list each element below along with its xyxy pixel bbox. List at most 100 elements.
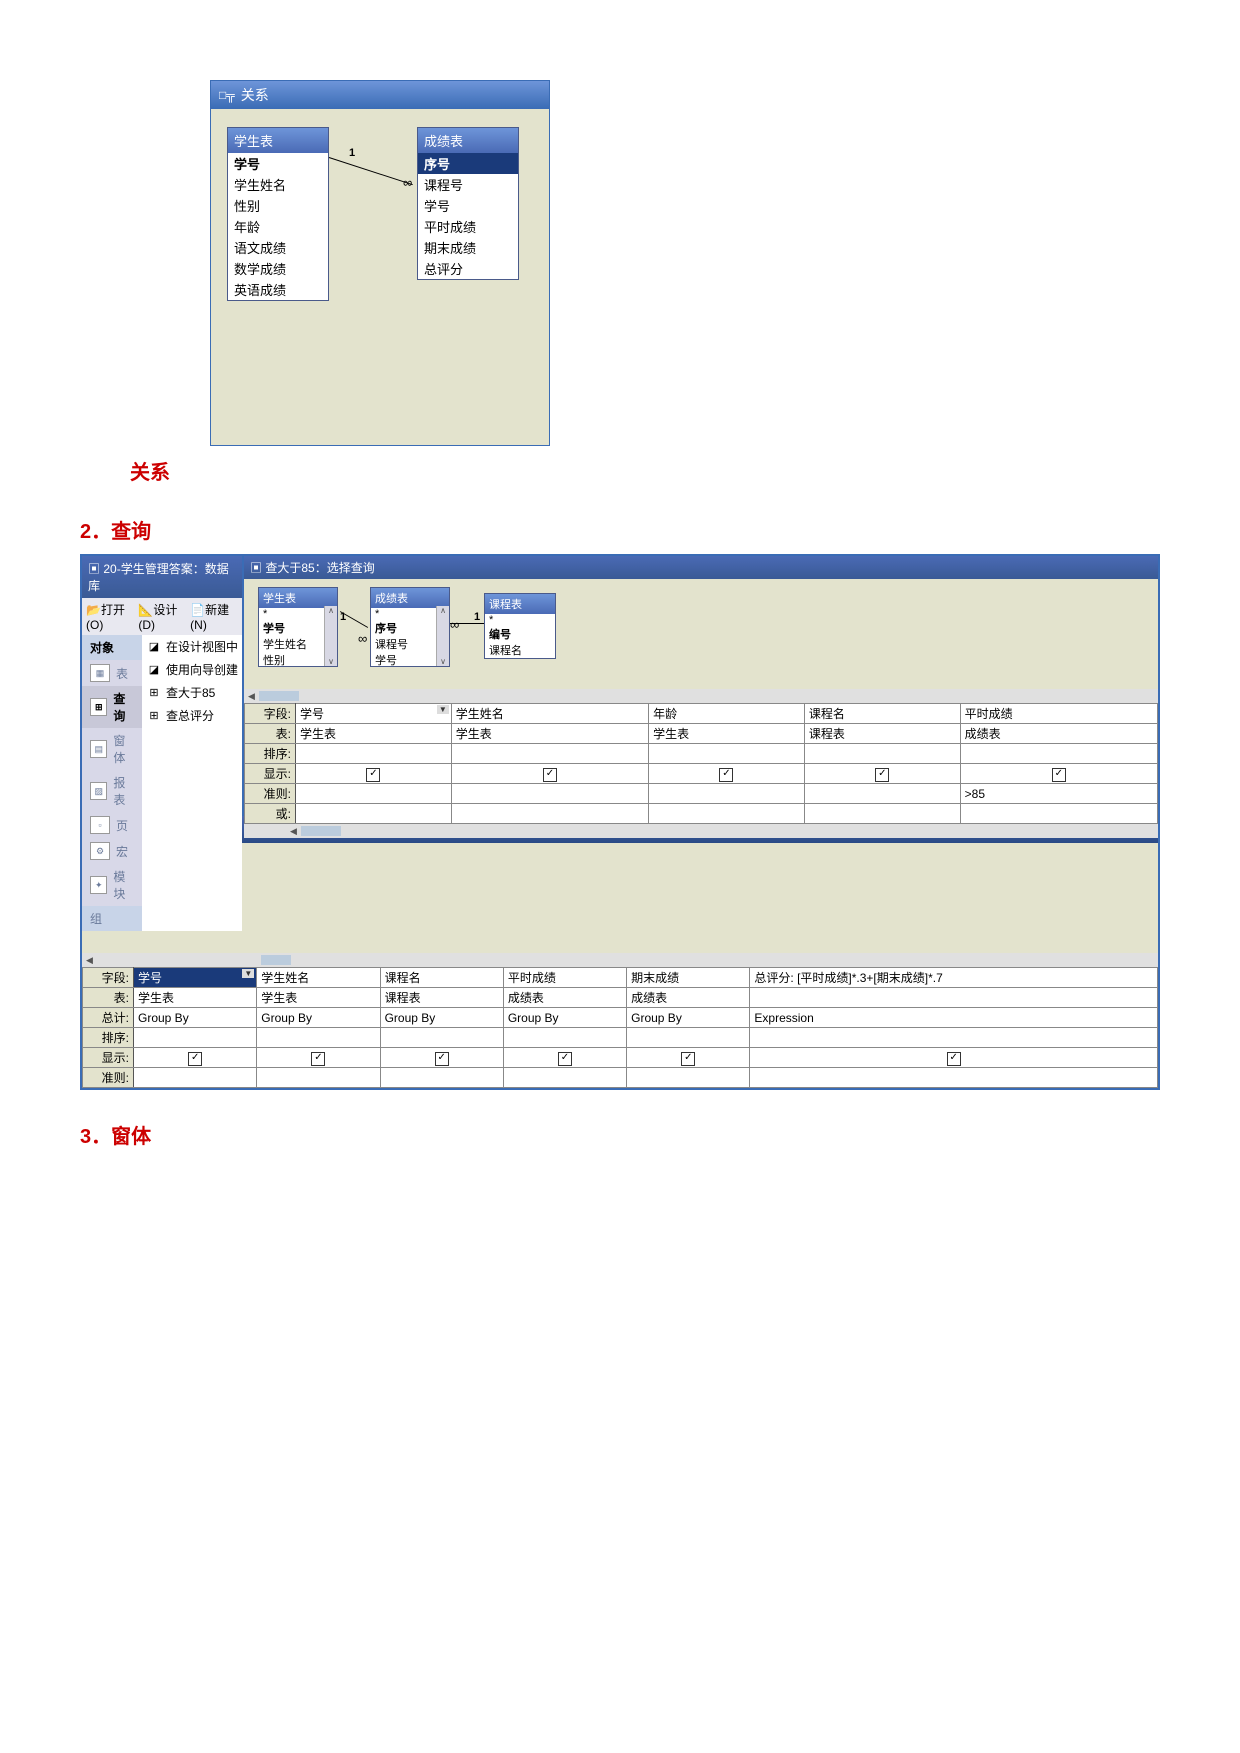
query-icon: ▣ [250, 561, 262, 575]
row-show: 显示: ✓ ✓ ✓ ✓ ✓ ✓ [83, 1048, 1158, 1068]
row-or: 或: [245, 804, 1158, 824]
mini-table-course[interactable]: 课程表 * 编号 课程名 [484, 593, 556, 659]
h-scrollbar[interactable]: ◀ [244, 824, 1158, 838]
nav-macros[interactable]: ⚙宏 [82, 838, 142, 864]
relationship-line[interactable] [450, 623, 484, 624]
relationships-title: 关系 [241, 85, 269, 105]
h-scrollbar[interactable]: ◀ [82, 953, 1158, 967]
list-item[interactable]: ◪使用向导创建 [142, 658, 242, 681]
field-item[interactable]: 数学成绩 [228, 258, 328, 279]
row-sort: 排序: [245, 744, 1158, 764]
row-field: 字段: 学号 学生姓名 年龄 课程名 平时成绩 [245, 704, 1158, 724]
page-icon: ▫ [90, 816, 110, 834]
list-item[interactable]: ⊞查大于85 [142, 681, 242, 704]
field-item[interactable]: 期末成绩 [418, 237, 518, 258]
show-checkbox[interactable]: ✓ [558, 1052, 572, 1066]
show-checkbox[interactable]: ✓ [1052, 768, 1066, 782]
show-checkbox[interactable]: ✓ [875, 768, 889, 782]
field-item[interactable]: 序号 [418, 153, 518, 174]
design-button[interactable]: 📐设计 (D) [138, 601, 186, 632]
row-sort: 排序: [83, 1028, 1158, 1048]
nav-reports[interactable]: ▨报表 [82, 770, 142, 812]
relationships-caption: 关系 [130, 456, 1160, 485]
module-icon: ✦ [90, 876, 107, 894]
relationship-icon: □╦ [219, 88, 235, 102]
field-item[interactable]: 性别 [228, 195, 328, 216]
field-item[interactable]: 学生姓名 [228, 174, 328, 195]
query1-titlebar: ▣ 查大于85：选择查询 [244, 556, 1158, 579]
field-item[interactable]: 年龄 [228, 216, 328, 237]
cardinality-many: ∞ [358, 631, 367, 646]
table-fields: 序号 课程号 学号 平时成绩 期末成绩 总评分 [418, 153, 518, 279]
qbe-grid-1[interactable]: 字段: 学号 学生姓名 年龄 课程名 平时成绩 表: 学生表 学生表 学生表 课… [244, 703, 1158, 824]
table-icon: ▦ [90, 664, 110, 682]
db-title: ▣ 20-学生管理答案：数据库 [82, 556, 242, 598]
db-icon: ▣ [88, 562, 100, 576]
field-item[interactable]: 语文成绩 [228, 237, 328, 258]
show-checkbox[interactable]: ✓ [947, 1052, 961, 1066]
nav-modules[interactable]: ✦模块 [82, 864, 142, 906]
row-table: 表: 学生表 学生表 学生表 课程表 成绩表 [245, 724, 1158, 744]
table-box-grade[interactable]: 成绩表 序号 课程号 学号 平时成绩 期末成绩 总评分 [417, 127, 519, 280]
field-item[interactable]: 平时成绩 [418, 216, 518, 237]
query2-diagram [82, 843, 1158, 953]
show-checkbox[interactable]: ✓ [719, 768, 733, 782]
show-checkbox[interactable]: ✓ [366, 768, 380, 782]
h-scrollbar[interactable]: ◀ [244, 689, 1158, 703]
wizard-icon: ◪ [146, 663, 162, 676]
database-sidebar: ▣ 20-学生管理答案：数据库 📂打开 (O) 📐设计 (D) 📄新建 (N) … [81, 555, 243, 815]
qbe-grid-2[interactable]: 字段: 学号 学生姓名 课程名 平时成绩 期末成绩 总评分: [平时成绩]*.3… [82, 967, 1158, 1088]
new-button[interactable]: 📄新建 (N) [190, 601, 238, 632]
nav-queries[interactable]: ⊞查询 [82, 686, 142, 728]
mini-table-grade[interactable]: 成绩表 * 序号 课程号 学号 平时成绩 ∧∨ [370, 587, 450, 667]
field-item[interactable]: 课程号 [418, 174, 518, 195]
cardinality-many: ∞ [450, 617, 459, 632]
table-box-student[interactable]: 学生表 学号 学生姓名 性别 年龄 语文成绩 数学成绩 英语成绩 [227, 127, 329, 301]
relationship-line[interactable] [329, 157, 413, 185]
list-item[interactable]: ◪在设计视图中 [142, 635, 242, 658]
scroll-left-icon[interactable]: ◀ [248, 691, 255, 702]
scroll-left-icon[interactable]: ◀ [86, 955, 93, 966]
field-item[interactable]: 学号 [228, 153, 328, 174]
show-checkbox[interactable]: ✓ [681, 1052, 695, 1066]
query2-window: ▣ 查总评分：选择查询 ◀ 字段: 学号 学生姓名 课程名 平时成绩 期末成绩 … [81, 815, 1159, 1089]
report-icon: ▨ [90, 782, 107, 800]
query-item-icon: ⊞ [146, 686, 162, 699]
nav-tables[interactable]: ▦表 [82, 660, 142, 686]
open-button[interactable]: 📂打开 (O) [86, 601, 134, 632]
object-nav: 对象 ▦表 ⊞查询 ▤窗体 ▨报表 ▫页 ⚙宏 ✦模块 组 [82, 635, 142, 931]
show-checkbox[interactable]: ✓ [311, 1052, 325, 1066]
table-fields: 学号 学生姓名 性别 年龄 语文成绩 数学成绩 英语成绩 [228, 153, 328, 300]
row-criteria: 准则: >85 [245, 784, 1158, 804]
show-checkbox[interactable]: ✓ [543, 768, 557, 782]
relationships-titlebar: □╦ 关系 [211, 81, 549, 109]
relationships-window: □╦ 关系 学生表 学号 学生姓名 性别 年龄 语文成绩 数学成绩 英语成绩 成… [210, 80, 550, 446]
field-item[interactable]: 总评分 [418, 258, 518, 279]
query1-diagram: 学生表 * 学号 学生姓名 性别 年龄 ∧∨ 成绩表 * [244, 579, 1158, 689]
row-total: 总计: Group By Group By Group By Group By … [83, 1008, 1158, 1028]
show-checkbox[interactable]: ✓ [435, 1052, 449, 1066]
nav-forms[interactable]: ▤窗体 [82, 728, 142, 770]
groups-header: 组 [82, 906, 142, 931]
mini-table-student[interactable]: 学生表 * 学号 学生姓名 性别 年龄 ∧∨ [258, 587, 338, 667]
form-icon: ▤ [90, 740, 107, 758]
field-item[interactable]: 学号 [418, 195, 518, 216]
field-item[interactable]: 英语成绩 [228, 279, 328, 300]
cardinality-one: 1 [474, 611, 480, 623]
sidebar-toolbar: 📂打开 (O) 📐设计 (D) 📄新建 (N) [82, 598, 242, 635]
show-checkbox[interactable]: ✓ [188, 1052, 202, 1066]
row-show: 显示: ✓ ✓ ✓ ✓ ✓ [245, 764, 1158, 784]
nav-pages[interactable]: ▫页 [82, 812, 142, 838]
table-title: 学生表 [228, 128, 328, 153]
row-criteria: 准则: [83, 1068, 1158, 1088]
scrollbar[interactable]: ∧∨ [436, 606, 449, 666]
section-3-title: 3．窗体 [80, 1120, 1160, 1149]
query-item-icon: ⊞ [146, 709, 162, 722]
query1-container: ▣ 20-学生管理答案：数据库 📂打开 (O) 📐设计 (D) 📄新建 (N) … [80, 554, 1160, 1090]
scrollbar[interactable]: ∧∨ [324, 606, 337, 666]
query-icon: ⊞ [90, 698, 107, 716]
list-item[interactable]: ⊞查总评分 [142, 704, 242, 727]
section-2-title: 2．查询 [80, 515, 1160, 544]
scroll-left-icon[interactable]: ◀ [290, 826, 297, 837]
cardinality-one: 1 [349, 147, 355, 159]
